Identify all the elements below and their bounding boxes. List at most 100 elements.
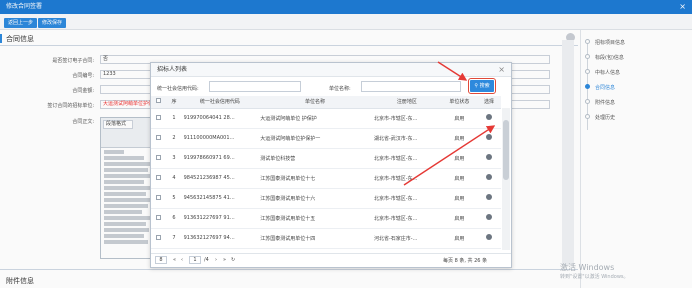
row-status: 启用 [441,108,477,129]
pager-info: 每页 8 条, 共 26 条 [443,258,488,264]
row-checkbox[interactable] [156,214,162,220]
col-select: 选择 [476,96,501,109]
search-button-label: 搜索 [479,83,490,89]
select-all-checkbox[interactable] [156,98,162,104]
tenderer-table: 序 统一社会信用代码 单位名称 注册地区 单位状态 选择 1 9199700640… [151,96,501,249]
row-region: 湖北省-武汉市-东… [371,128,442,149]
row-company-name: 江苏国泰测试用单位十四 [258,228,372,249]
col-region: 注册地区 [371,96,442,109]
row-select-cell [151,228,167,249]
row-checkbox[interactable] [156,114,162,120]
row-select-action [476,208,501,229]
table-row[interactable]: 4 984521236987 45… 江苏国泰测试用单位十七 北京市-市辖区-东… 启用 [151,168,501,189]
search-button[interactable]: ⚲ 搜索 [468,78,496,94]
col-status: 单位状态 [441,96,477,109]
table-header-row: 序 统一社会信用代码 单位名称 注册地区 单位状态 选择 [151,96,501,109]
row-no: 2 [166,128,182,149]
page-size-select[interactable]: 8 [155,256,167,264]
col-company-name: 单位名称 [258,96,372,109]
row-company-name: 江苏国泰测试用单位十七 [258,168,372,189]
company-name-label: 单位名称: [329,86,351,92]
credit-code-input[interactable] [209,81,301,92]
row-select-action [476,168,501,189]
row-select-action [476,228,501,249]
table-row[interactable]: 7 913632127697 94… 江苏国泰测试用单位十四 河北省-石家庄市-… 启用 [151,228,501,249]
col-no: 序 [166,96,182,109]
row-credit-code: 913632127697 94… [181,228,259,249]
row-credit-code: 911100000MA001… [181,128,259,149]
row-region: 河北省-石家庄市-… [371,228,442,249]
table-row[interactable]: 2 911100000MA001… 大运测试阿萌单位护保护一 湖北省-武汉市-东… 启用 [151,128,501,149]
row-region: 北京市-市辖区-东… [371,188,442,209]
row-company-name: 大运测试阿萌单位 护保护 [258,108,372,129]
row-credit-code: 984521236987 45… [181,168,259,189]
total-pages: /4 [204,257,209,263]
row-select-action [476,128,501,149]
row-no: 7 [166,228,182,249]
row-credit-code: 919978660971 69… [181,148,259,169]
select-icon[interactable] [485,234,492,240]
row-company-name: 江苏国泰测试用单位十五 [258,208,372,229]
dialog-close-icon[interactable]: × [498,63,505,77]
row-status: 启用 [441,128,477,149]
row-credit-code: 913631227697 91… [181,208,259,229]
row-select-cell [151,108,167,129]
refresh-icon[interactable]: ↻ [231,257,235,263]
table-row[interactable]: 1 919970064041 28… 大运测试阿萌单位 护保护 北京市-市辖区-东… 启… [151,108,501,129]
page-number-input[interactable]: 1 [189,256,201,264]
row-no: 1 [166,108,182,129]
select-icon[interactable] [485,174,492,180]
row-select-cell [151,128,167,149]
col-credit-code: 统一社会信用代码 [181,96,259,109]
table-row[interactable]: 3 919978660971 69… 测试单位科技营 北京市-市辖区-东… 启用 [151,148,501,169]
row-checkbox[interactable] [156,174,162,180]
row-select-action [476,188,501,209]
search-icon: ⚲ [474,83,479,89]
select-icon[interactable] [485,114,492,120]
row-company-name: 大运测试阿萌单位护保护一 [258,128,372,149]
row-select-cell [151,208,167,229]
table-row[interactable]: 6 913631227697 91… 江苏国泰测试用单位十五 北京市-市辖区-东… 启用 [151,208,501,229]
row-checkbox[interactable] [156,134,162,140]
row-no: 6 [166,208,182,229]
row-no: 4 [166,168,182,189]
row-company-name: 江苏国泰测试用单位十六 [258,188,372,209]
row-select-cell [151,168,167,189]
table-row[interactable]: 5 945632145875 41… 江苏国泰测试用单位十六 北京市-市辖区-东… 启用 [151,188,501,209]
row-checkbox[interactable] [156,234,162,240]
row-select-action [476,148,501,169]
row-select-action [476,108,501,129]
select-icon[interactable] [485,194,492,200]
prev-page-icon[interactable]: ‹ [181,257,183,263]
row-company-name: 测试单位科技营 [258,148,372,169]
select-icon[interactable] [485,214,492,220]
row-region: 北京市-市辖区-东… [371,208,442,229]
row-region: 北京市-市辖区-东… [371,168,442,189]
next-page-icon[interactable]: › [215,257,217,263]
row-checkbox[interactable] [156,194,162,200]
select-icon[interactable] [485,134,492,140]
last-page-icon[interactable]: » [223,257,226,263]
row-checkbox[interactable] [156,154,162,160]
pagination: 8 « ‹ 1 /4 › » ↻ 每页 8 条, 共 26 条 [151,253,511,267]
app-window: 修改合同签署 × 返回上一步 修改保存 合同信息 是否签订电子合同: 否 合同编… [0,0,692,288]
scroll-thumb[interactable] [503,120,509,180]
row-select-cell [151,148,167,169]
row-status: 启用 [441,188,477,209]
row-status: 启用 [441,228,477,249]
row-no: 3 [166,148,182,169]
row-region: 北京市-市辖区-东… [371,148,442,169]
company-name-input[interactable] [361,81,461,92]
select-icon[interactable] [485,154,492,160]
select-all-header [151,96,167,109]
row-credit-code: 919970064041 28… [181,108,259,129]
credit-code-label: 统一社会信用代码: [157,86,199,92]
row-no: 5 [166,188,182,209]
table-scrollbar[interactable] [502,108,510,250]
row-status: 启用 [441,208,477,229]
row-credit-code: 945632145875 41… [181,188,259,209]
row-region: 北京市-市辖区-东… [371,108,442,129]
tenderer-list-dialog: 招标人列表 × 统一社会信用代码: 单位名称: ⚲ 搜索 序 统一社会信用代码 … [150,62,512,268]
first-page-icon[interactable]: « [173,257,176,263]
row-select-cell [151,188,167,209]
